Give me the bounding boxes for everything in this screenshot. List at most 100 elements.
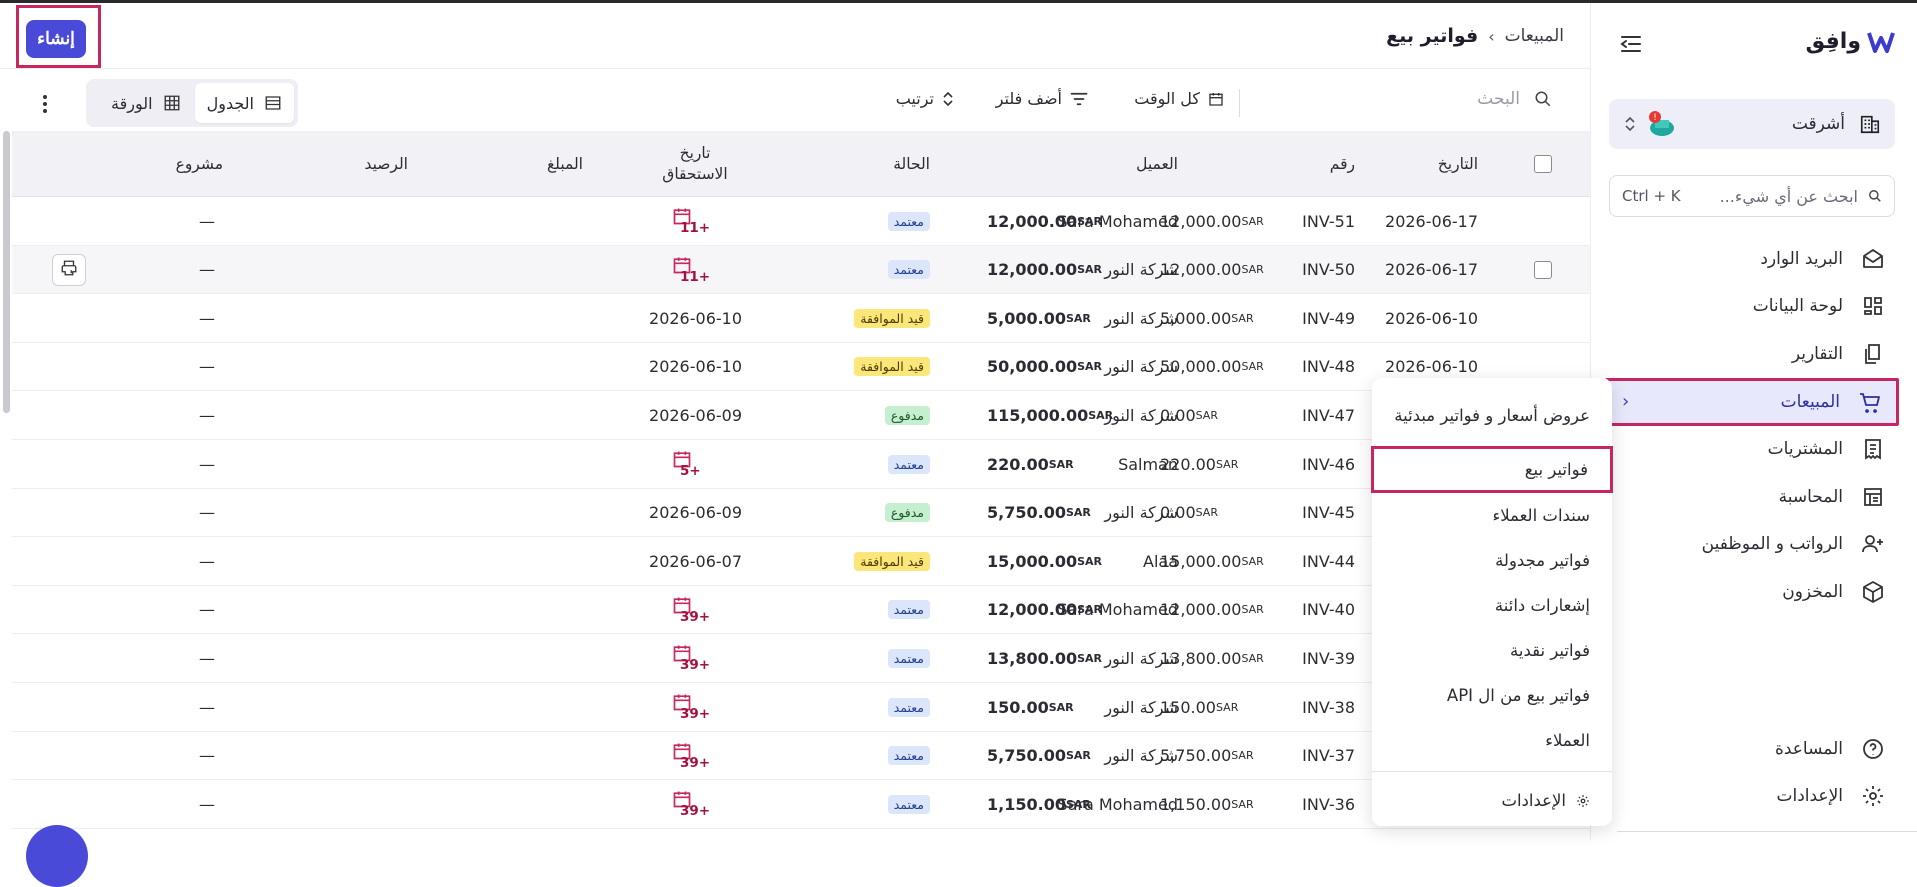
cell-due-date: 2026-06-07 [649, 551, 742, 571]
more-options-icon[interactable] [38, 93, 52, 115]
menu-item-cash-invoices[interactable]: فواتير نقدية [1372, 628, 1612, 673]
cell-amount: SAR 12,000.00 [987, 197, 1107, 245]
breadcrumb: المبيعات › فواتير بيع [1386, 25, 1564, 47]
nav-item-settings[interactable]: الإعدادات [1605, 772, 1899, 819]
amount-value: 12,000.00 [987, 600, 1078, 620]
cell-amount: SAR 13,800.00 [987, 634, 1107, 682]
cell-date: 2026-06-10 [1385, 308, 1478, 328]
col-amount[interactable]: المبلغ [547, 155, 583, 173]
cell-project: — [199, 211, 215, 231]
balance-value: 12,000.00 [1160, 211, 1242, 231]
table-row[interactable]: 2026-06-10 INV-48 شركة النور قيد الموافقة 20… [12, 343, 1590, 392]
overdue-days: +11 [680, 220, 711, 236]
nav-label-accounting: المحاسبة [1778, 486, 1843, 507]
currency-label: SAR [1065, 797, 1091, 811]
status-badge: معتمد [887, 746, 930, 766]
nav-item-payroll[interactable]: الرواتب و الموظفين [1605, 521, 1899, 569]
global-search[interactable]: ابحث عن أي شيء... Ctrl + K [1609, 175, 1895, 217]
nav-item-sales[interactable]: المبيعات ‹ [1605, 377, 1899, 426]
menu-item-scheduled-invoices[interactable]: فواتير مجدولة [1372, 538, 1612, 583]
overdue-days: +11 [680, 268, 711, 285]
status-badge: مدفوع [884, 503, 930, 523]
nav-label-payroll: الرواتب و الموظفين [1701, 534, 1843, 555]
nav-item-help[interactable]: المساعدة [1605, 725, 1899, 772]
nav-item-accounting[interactable]: المحاسبة [1605, 473, 1899, 521]
overdue-indicator: +11 [668, 204, 710, 238]
col-project[interactable]: مشروع [176, 155, 223, 173]
table-row[interactable]: INV-47 شركة النور مدفوع 2026-06-09 SAR 115,00… [12, 391, 1590, 440]
view-table-label: الجدول [206, 93, 254, 113]
amount-value: 5,750.00 [987, 503, 1066, 523]
menu-item-settings[interactable]: الإعدادات [1372, 778, 1612, 823]
menu-item-api-invoices[interactable]: فواتير بيع من ال API [1372, 673, 1612, 718]
cell-number: INV-51 [1302, 211, 1355, 231]
table-search[interactable]: البحث [1477, 89, 1552, 109]
currency-label: SAR [1077, 651, 1102, 665]
box-icon [1863, 580, 1883, 603]
table-row[interactable]: INV-37 شركة النور معتمد +39 SAR 5,750.00 SAR 5,… [12, 732, 1590, 781]
table-row[interactable]: INV-44 Alaa قيد الموافقة 2026-06-07 SAR 15,00… [12, 537, 1590, 586]
amount-value: 12,000.00 [987, 260, 1078, 280]
table-row[interactable]: INV-45 شركة النور مدفوع 2026-06-09 SAR 5,750.… [12, 489, 1590, 538]
currency-label: SAR [1215, 700, 1239, 714]
menu-item-credit-notes[interactable]: إشعارات دائنة [1372, 583, 1612, 628]
cell-number: INV-47 [1302, 405, 1355, 425]
col-date[interactable]: التاريخ [1438, 155, 1478, 173]
cell-balance: SAR 50,000.00 [1160, 343, 1269, 391]
cell-number: INV-40 [1302, 600, 1355, 620]
amount-value: 50,000.00 [987, 357, 1078, 377]
col-status[interactable]: الحالة [893, 155, 930, 173]
menu-item-customer-receipts[interactable]: سندات العملاء [1372, 493, 1612, 538]
create-button[interactable]: إنشاء [26, 20, 86, 58]
currency-label: SAR [1241, 603, 1264, 617]
amount-value: 1,150.00 [987, 794, 1066, 814]
table-row[interactable]: INV-40 Sara Mohamed معتمد +39 SAR 12,000.00 SA… [12, 586, 1590, 635]
search-icon [1869, 190, 1881, 202]
view-sheet-option[interactable]: الورقة [99, 83, 193, 123]
menu-item-quotes[interactable]: عروض أسعار و فواتير مبدئية [1372, 386, 1612, 446]
ledger-icon [1864, 487, 1882, 506]
menu-item-customers[interactable]: العملاء [1372, 718, 1612, 763]
vertical-scrollbar[interactable] [3, 131, 10, 413]
currency-label: SAR [1088, 408, 1114, 422]
table-row[interactable]: 2026-06-17 INV-51 Sara Mohamed معتمد +11 SAR 1… [12, 197, 1590, 246]
col-number[interactable]: رقم [1330, 155, 1355, 173]
table-row[interactable]: INV-46 Salman معتمد +5 SAR 220.00 SAR 220.00— [12, 440, 1590, 489]
table-header: التاريخ رقم العميل الحالة تاريخ الاستحقا… [12, 131, 1590, 197]
table-row[interactable]: 2026-06-10 INV-49 شركة النور قيد الموافقة 20… [12, 294, 1590, 343]
inbox-icon [1863, 248, 1883, 268]
nav-item-inbox[interactable]: البريد الوارد [1605, 235, 1899, 283]
view-table-option[interactable]: الجدول [194, 83, 294, 123]
breadcrumb-sales[interactable]: المبيعات [1505, 26, 1564, 46]
nav-item-purchases[interactable]: المشتريات [1605, 426, 1899, 474]
print-button[interactable] [52, 253, 86, 286]
select-all-checkbox[interactable] [1534, 155, 1552, 173]
menu-item-sales-invoices[interactable]: فواتير بيع [1371, 446, 1613, 493]
row-checkbox[interactable] [1534, 260, 1552, 279]
add-filter-button[interactable]: أضف فلتر [996, 89, 1088, 108]
floating-action-button[interactable] [26, 825, 88, 887]
table-row[interactable]: INV-39 شركة النور معتمد +39 SAR 13,800.00 SAR 1… [12, 634, 1590, 683]
table-row[interactable]: INV-36 Sara Mohamed معتمد +39 SAR 1,150.00 SAR… [12, 780, 1590, 829]
add-filter-label: أضف فلتر [995, 89, 1062, 108]
collapse-sidebar-icon[interactable] [1619, 33, 1643, 55]
table-row[interactable]: INV-38 شركة النور معتمد +39 SAR 150.00 SAR 150.… [12, 683, 1590, 732]
org-switcher[interactable]: أشرقت ! [1609, 99, 1895, 149]
chevron-updown-icon [1625, 116, 1635, 132]
time-range-button[interactable]: كل الوقت [1134, 89, 1224, 108]
amount-value: 150.00 [987, 697, 1049, 717]
overdue-indicator: +39 [668, 690, 710, 724]
col-client[interactable]: العميل [1136, 155, 1178, 173]
nav-item-inventory[interactable]: المخزون [1605, 568, 1899, 616]
cell-number: INV-38 [1302, 697, 1355, 717]
cell-project: — [199, 503, 215, 523]
col-balance[interactable]: الرصيد [364, 155, 408, 173]
cell-due-date: 2026-06-09 [649, 503, 742, 523]
cell-amount: SAR 115,000.00 [987, 391, 1118, 439]
nav-item-reports[interactable]: التقارير [1605, 330, 1899, 378]
sort-button[interactable]: ترتيب [896, 89, 954, 108]
table-row[interactable]: 2026-06-17 INV-50 شركة النور معتمد +11 SAR 12,… [12, 245, 1590, 295]
status-badge: مدفوع [884, 405, 930, 425]
col-due-date[interactable]: تاريخ الاستحقاق [650, 143, 740, 185]
nav-item-dashboard[interactable]: لوحة البيانات [1605, 283, 1899, 331]
